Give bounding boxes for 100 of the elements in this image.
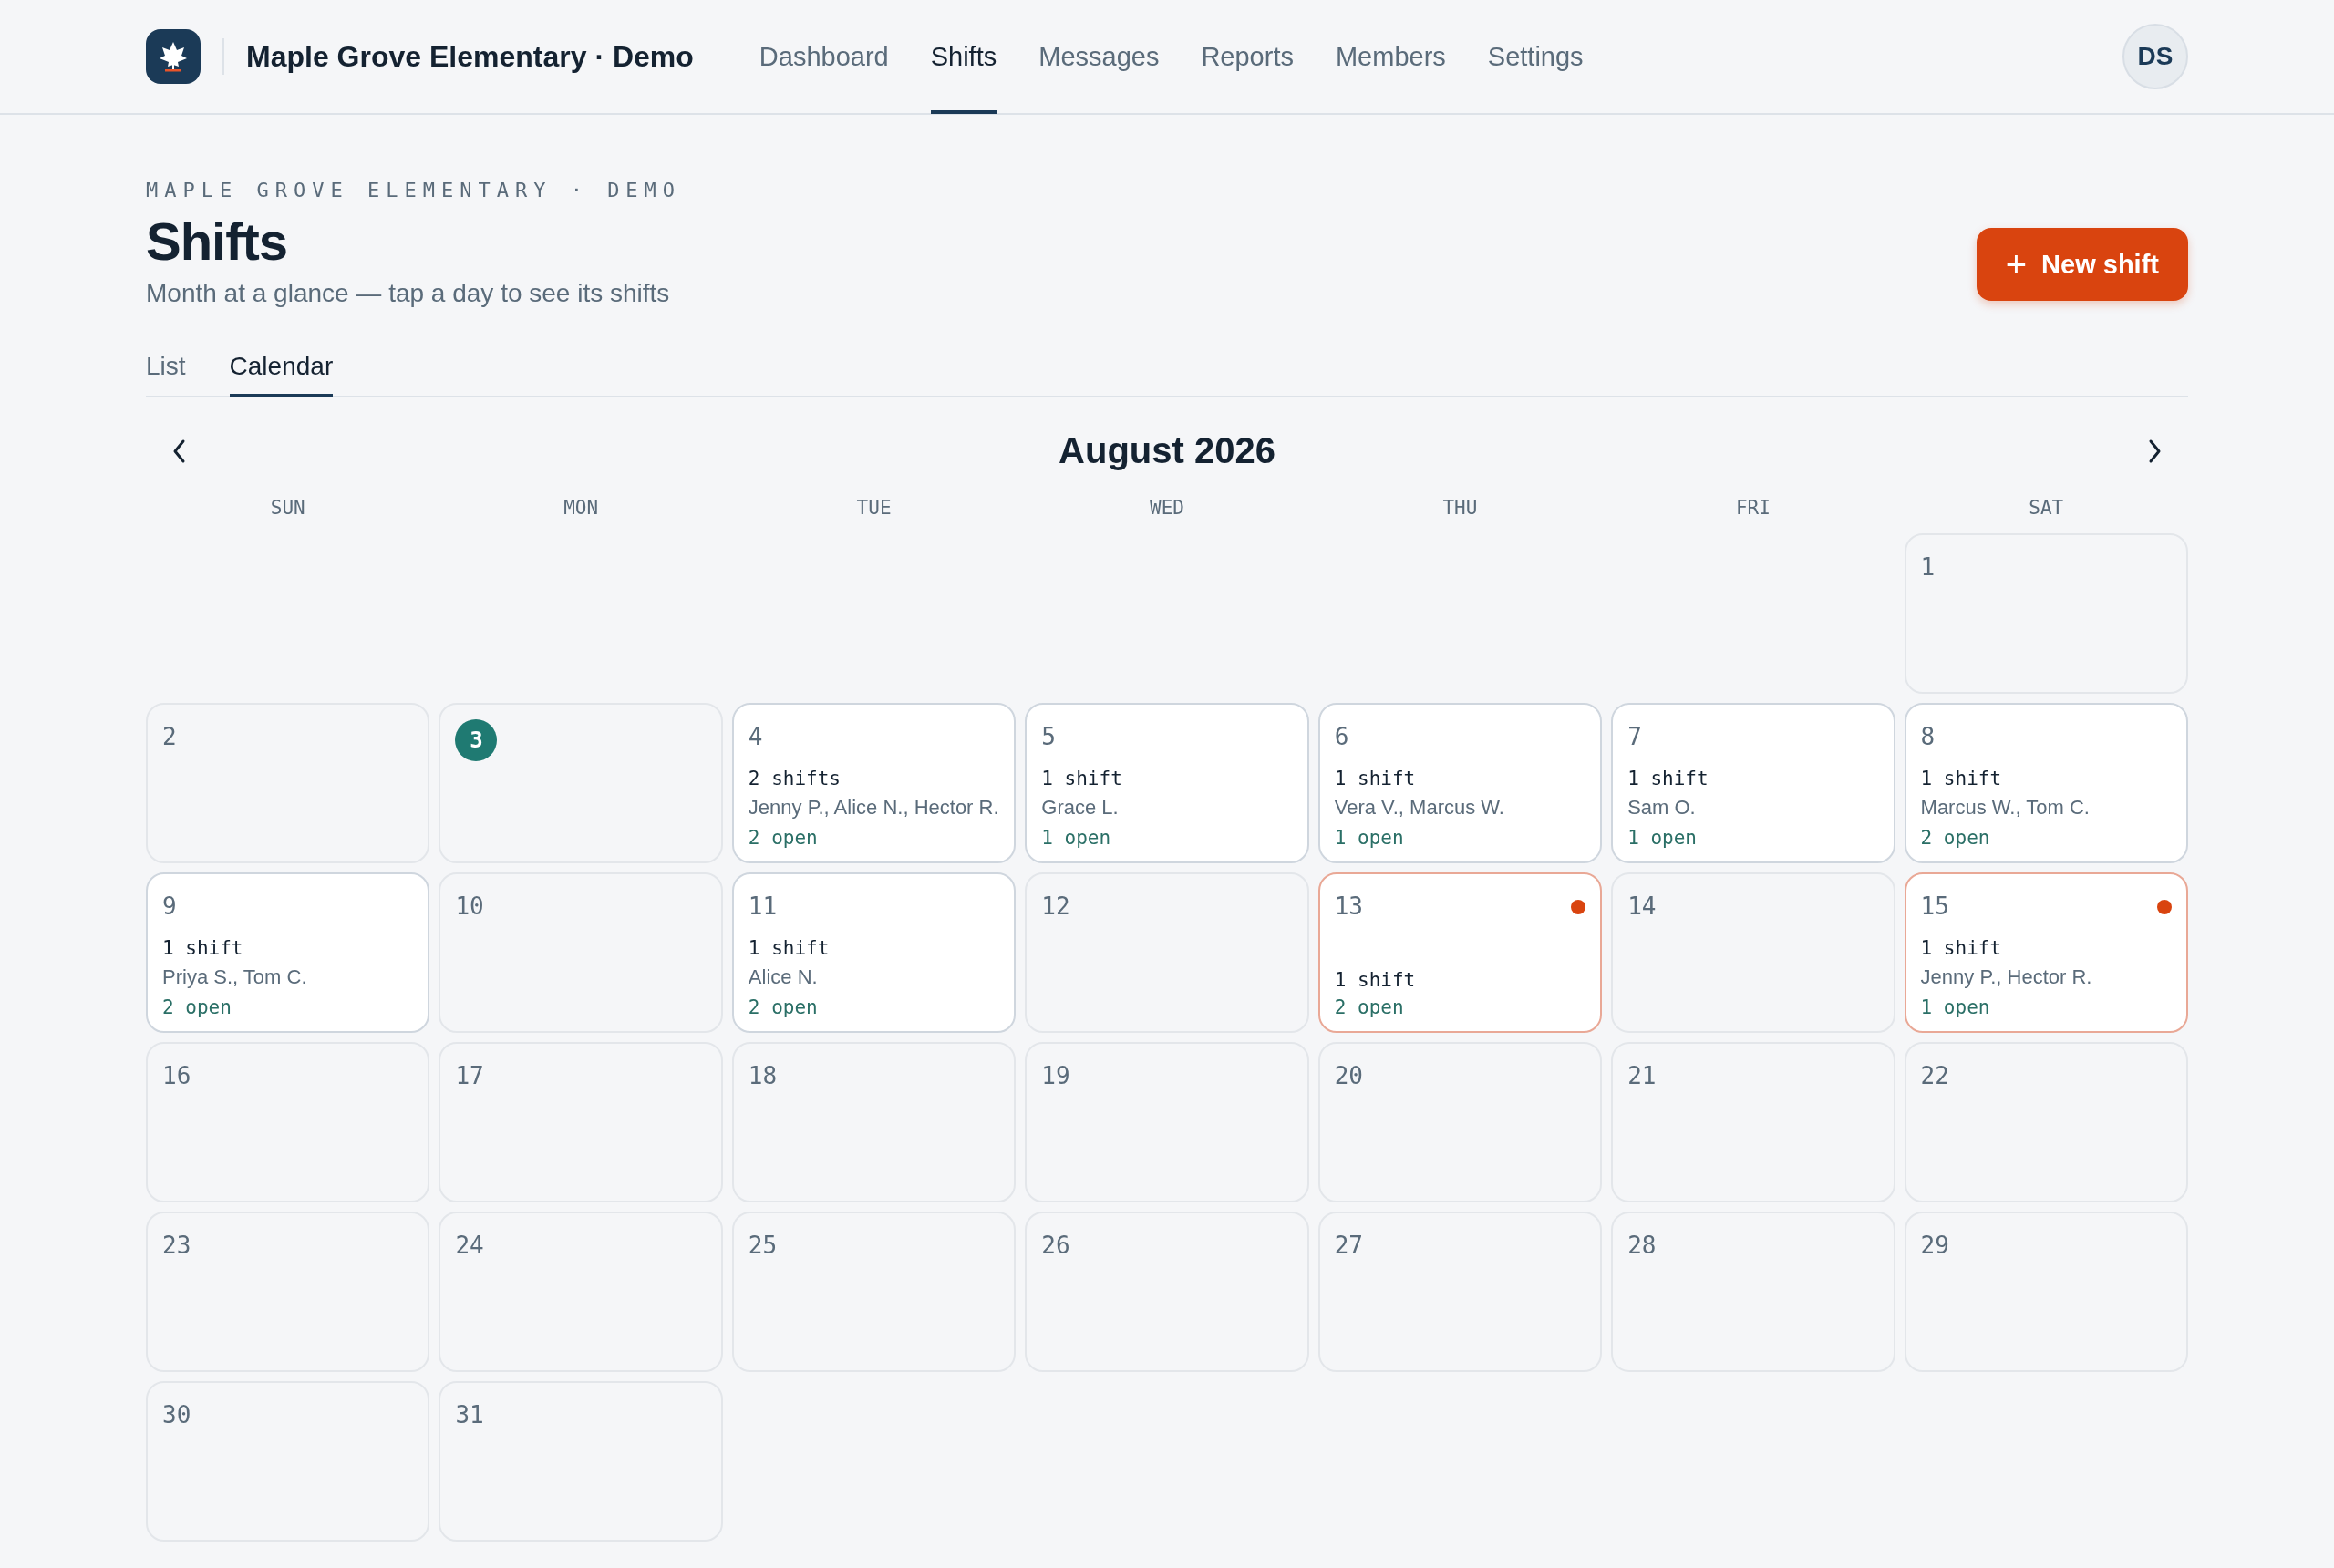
day-cell[interactable]: 10 — [439, 872, 723, 1033]
day-cell[interactable]: 19 — [1025, 1042, 1309, 1202]
day-cell[interactable]: 14 — [1611, 872, 1895, 1033]
day-number: 2 — [162, 723, 177, 750]
assigned-names: Jenny P., Alice N., Hector R. — [748, 795, 1000, 821]
user-avatar[interactable]: DS — [2122, 24, 2188, 89]
weekday-label: FRI — [1734, 497, 1771, 519]
page-title: Shifts — [146, 211, 289, 272]
shift-count: 1 shift — [1334, 969, 1417, 991]
open-count: 1 open — [1041, 827, 1112, 849]
weekday-label: WED — [1149, 497, 1185, 519]
day-cell[interactable]: 23 — [146, 1212, 430, 1372]
day-cell[interactable]: 11 1 shift Alice N. 2 open — [731, 872, 1017, 1033]
today-badge: 3 — [455, 719, 498, 761]
day-number: 27 — [1334, 1232, 1363, 1259]
day-cell[interactable]: 2 — [146, 703, 430, 863]
day-number: 30 — [162, 1401, 191, 1429]
day-number: 20 — [1334, 1062, 1363, 1089]
shift-count: 1 shift — [748, 937, 831, 960]
open-count: 2 open — [1920, 827, 1991, 849]
day-cell[interactable]: 13 1 shift 2 open — [1317, 872, 1603, 1033]
day-cell[interactable]: 15 1 shift Jenny P., Hector R. 1 open — [1904, 872, 2188, 1033]
nav-link[interactable]: Shifts — [930, 0, 997, 114]
assigned-names: Sam O. — [1627, 795, 1697, 821]
eyebrow-label: MAPLE GROVE ELEMENTARY · DEMO — [146, 179, 682, 201]
shift-count: 2 shifts — [748, 768, 842, 790]
open-count: 1 open — [1920, 996, 1991, 1018]
open-count: 1 open — [1627, 827, 1698, 849]
weekday-label: TUE — [855, 497, 893, 519]
day-number: 16 — [162, 1062, 191, 1089]
day-cell[interactable]: 4 2 shifts Jenny P., Alice N., Hector R. 2 open — [731, 703, 1017, 863]
day-cell[interactable]: 30 — [146, 1381, 430, 1542]
day-cell[interactable]: 7 1 shift Sam O. 1 open — [1611, 703, 1895, 863]
day-number: 10 — [455, 892, 484, 920]
nav-link[interactable]: Messages — [1038, 0, 1160, 114]
day-cell[interactable]: 12 — [1025, 872, 1309, 1033]
day-cell[interactable]: 28 — [1611, 1212, 1895, 1372]
day-cell[interactable]: 3 — [439, 703, 723, 863]
day-cell[interactable]: 31 — [439, 1381, 723, 1542]
day-cell[interactable]: 5 1 shift Grace L. 1 open — [1025, 703, 1309, 863]
day-cell[interactable]: 9 1 shift Priya S., Tom C. 2 open — [146, 872, 430, 1033]
day-number: 5 — [1041, 723, 1056, 750]
view-tab[interactable]: List — [146, 352, 186, 397]
open-count: 2 open — [748, 996, 819, 1018]
day-number: 14 — [1627, 892, 1657, 920]
day-cell[interactable]: 22 — [1904, 1042, 2188, 1202]
open-count: 2 open — [1334, 996, 1405, 1018]
nav-link[interactable]: Settings — [1487, 0, 1584, 114]
day-number: 11 — [748, 892, 778, 920]
new-shift-button[interactable]: + New shift — [1976, 228, 2188, 301]
shift-count: 1 shift — [1334, 768, 1417, 790]
month-title: August 2026 — [1059, 430, 1275, 471]
day-cell[interactable]: 21 — [1611, 1042, 1895, 1202]
day-number: 19 — [1041, 1062, 1070, 1089]
day-cell[interactable]: 29 — [1904, 1212, 2188, 1372]
day-number: 25 — [748, 1232, 778, 1259]
day-number: 31 — [455, 1401, 484, 1429]
day-cell[interactable]: 16 — [146, 1042, 430, 1202]
day-number: 6 — [1334, 723, 1349, 750]
nav-link[interactable]: Dashboard — [759, 0, 889, 114]
day-number: 13 — [1334, 892, 1363, 920]
alert-dot — [1571, 900, 1586, 914]
day-cell[interactable]: 27 — [1317, 1212, 1603, 1372]
day-cell[interactable]: 20 — [1317, 1042, 1603, 1202]
day-number: 4 — [748, 723, 763, 750]
alert-dot — [2157, 900, 2172, 914]
day-number: 15 — [1920, 892, 1949, 920]
view-tab[interactable]: Calendar — [229, 352, 334, 397]
day-number: 22 — [1920, 1062, 1949, 1089]
open-count: 2 open — [162, 996, 232, 1018]
weekday-label: SUN — [269, 497, 306, 519]
day-cell[interactable]: 25 — [731, 1212, 1017, 1372]
nav-link[interactable]: Reports — [1201, 0, 1294, 114]
day-cell[interactable]: 26 — [1025, 1212, 1309, 1372]
day-number: 9 — [162, 892, 177, 920]
day-cell[interactable]: 24 — [439, 1212, 723, 1372]
open-count: 2 open — [748, 827, 819, 849]
assigned-names: Alice N. — [748, 965, 819, 991]
shift-count: 1 shift — [162, 937, 244, 960]
day-number: 1 — [1920, 553, 1936, 581]
assigned-names: Marcus W., Tom C. — [1920, 795, 2091, 821]
day-number: 12 — [1041, 892, 1070, 920]
day-number: 24 — [455, 1232, 484, 1259]
shift-count: 1 shift — [1920, 937, 2003, 960]
day-cell[interactable]: 1 — [1904, 533, 2188, 694]
nav-link[interactable]: Members — [1335, 0, 1446, 114]
day-number: 29 — [1920, 1232, 1949, 1259]
day-number: 18 — [748, 1062, 778, 1089]
day-cell[interactable]: 18 — [731, 1042, 1017, 1202]
day-number: 8 — [1920, 723, 1936, 750]
day-number: 28 — [1627, 1232, 1657, 1259]
assigned-names: Priya S., Tom C. — [162, 965, 308, 991]
day-cell[interactable]: 8 1 shift Marcus W., Tom C. 2 open — [1904, 703, 2188, 863]
assigned-names: Jenny P., Hector R. — [1920, 965, 2093, 991]
day-number: 21 — [1627, 1062, 1657, 1089]
weekday-label: SAT — [2028, 497, 2065, 519]
shift-count: 1 shift — [1920, 768, 2003, 790]
weekday-label: THU — [1441, 497, 1479, 519]
day-cell[interactable]: 17 — [439, 1042, 723, 1202]
day-cell[interactable]: 6 1 shift Vera V., Marcus W. 1 open — [1317, 703, 1603, 863]
